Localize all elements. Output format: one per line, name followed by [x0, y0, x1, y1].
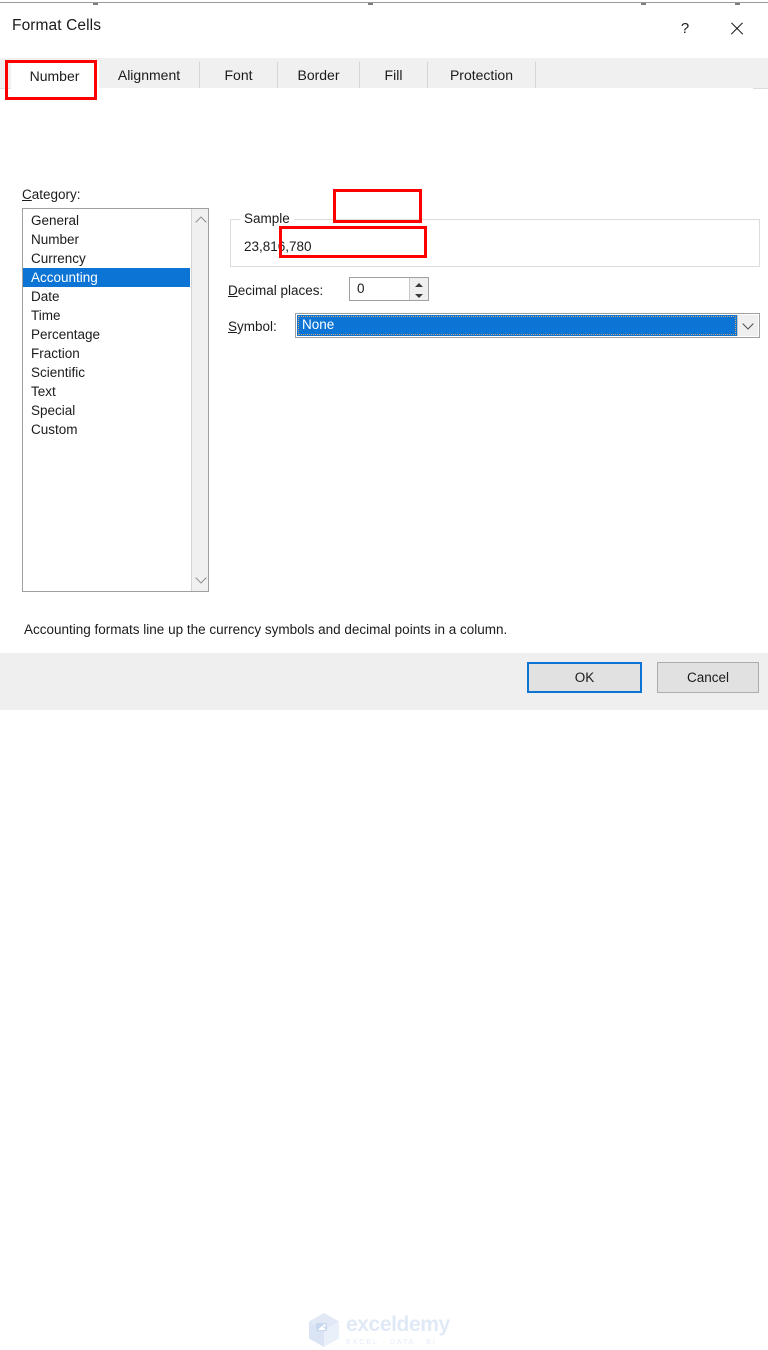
chevron-down-icon: [194, 572, 207, 584]
chevron-down-icon: [742, 318, 754, 330]
tab-label: Alignment: [117, 67, 181, 83]
tab-strip: Number Alignment Font Border Fill Protec…: [0, 58, 768, 89]
cancel-button[interactable]: Cancel: [657, 662, 759, 693]
list-item-accounting[interactable]: Accounting: [23, 268, 190, 287]
symbol-dropdown-button[interactable]: [737, 315, 758, 336]
format-cells-dialog: Format Cells ? Number Alignment Font Bor…: [0, 5, 768, 1347]
number-tab-panel: Category: General Number Currency Accoun…: [11, 88, 760, 648]
decimal-places-label: Decimal places:: [228, 283, 323, 298]
close-icon: [729, 21, 745, 37]
tab-label: Font: [224, 67, 253, 83]
tab-alignment[interactable]: Alignment: [99, 62, 200, 88]
list-item-custom[interactable]: Custom: [23, 420, 190, 439]
sample-value: 23,816,780: [244, 239, 312, 254]
list-item-number[interactable]: Number: [23, 230, 190, 249]
exceldemy-wordmark: exceldemy EXCEL · DATA · BI: [346, 1312, 450, 1346]
list-item-currency[interactable]: Currency: [23, 249, 190, 268]
symbol-selected-field[interactable]: None: [297, 315, 737, 336]
spinner-up-icon: [415, 282, 423, 287]
tab-fill[interactable]: Fill: [360, 62, 428, 88]
list-item-general[interactable]: General: [23, 211, 190, 230]
decimal-places-decrement[interactable]: [410, 290, 428, 301]
category-scrollbar[interactable]: [191, 209, 208, 591]
symbol-label-text: ymbol:: [237, 319, 277, 334]
list-item-fraction[interactable]: Fraction: [23, 344, 190, 363]
tab-number[interactable]: Number: [11, 62, 99, 89]
scroll-up-button[interactable]: [192, 212, 208, 229]
category-label-accel: C: [22, 187, 32, 202]
dialog-title: Format Cells: [12, 17, 102, 34]
decimal-places-spinner[interactable]: 0: [349, 277, 429, 301]
symbol-combobox[interactable]: None: [295, 313, 760, 338]
decimal-places-increment[interactable]: [410, 279, 428, 290]
list-item-scientific[interactable]: Scientific: [23, 363, 190, 382]
tab-font[interactable]: Font: [200, 62, 278, 88]
tab-label: Protection: [449, 67, 514, 83]
question-mark-icon: ?: [680, 20, 690, 37]
tab-label: Number: [29, 67, 80, 84]
ok-button-label: OK: [574, 670, 595, 685]
list-item-text[interactable]: Text: [23, 382, 190, 401]
exceldemy-logo-icon: [309, 1313, 339, 1347]
dialog-footer: exceldemy EXCEL · DATA · BI OK Cancel: [0, 653, 768, 1347]
symbol-value: None: [302, 317, 335, 332]
tab-label: Fill: [384, 67, 403, 83]
tab-border[interactable]: Border: [278, 62, 360, 88]
decimal-places-label-accel: D: [228, 283, 238, 298]
spinner-down-icon: [415, 293, 423, 298]
category-label-text: ategory:: [31, 187, 81, 202]
dialog-titlebar: Format Cells ?: [0, 5, 768, 52]
chevron-up-icon: [194, 216, 207, 228]
category-label: Category:: [22, 187, 81, 202]
list-item-time[interactable]: Time: [23, 306, 190, 325]
close-button[interactable]: [714, 5, 760, 52]
scroll-down-button[interactable]: [192, 571, 208, 588]
list-item-date[interactable]: Date: [23, 287, 190, 306]
decimal-places-label-text: ecimal places:: [237, 283, 324, 298]
category-listbox[interactable]: General Number Currency Accounting Date …: [22, 208, 209, 592]
category-description: Accounting formats line up the currency …: [24, 622, 508, 637]
ok-button[interactable]: OK: [527, 662, 642, 693]
symbol-label: Symbol:: [228, 319, 277, 334]
symbol-label-accel: S: [228, 319, 238, 334]
tab-label: Border: [297, 67, 340, 83]
list-item-percentage[interactable]: Percentage: [23, 325, 190, 344]
exceldemy-watermark: exceldemy EXCEL · DATA · BI: [306, 1310, 471, 1350]
tab-protection[interactable]: Protection: [428, 62, 536, 88]
cancel-button-label: Cancel: [686, 670, 730, 685]
list-item-special[interactable]: Special: [23, 401, 190, 420]
exceldemy-name: exceldemy: [346, 1312, 450, 1336]
sample-legend: Sample: [240, 211, 294, 226]
category-list-items: General Number Currency Accounting Date …: [23, 211, 190, 439]
help-button[interactable]: ?: [662, 5, 708, 52]
decimal-places-spin-buttons: [409, 278, 428, 300]
exceldemy-tagline: EXCEL · DATA · BI: [346, 1336, 437, 1346]
background-ribbon-line: [0, 2, 768, 3]
decimal-places-value[interactable]: 0: [357, 281, 365, 296]
